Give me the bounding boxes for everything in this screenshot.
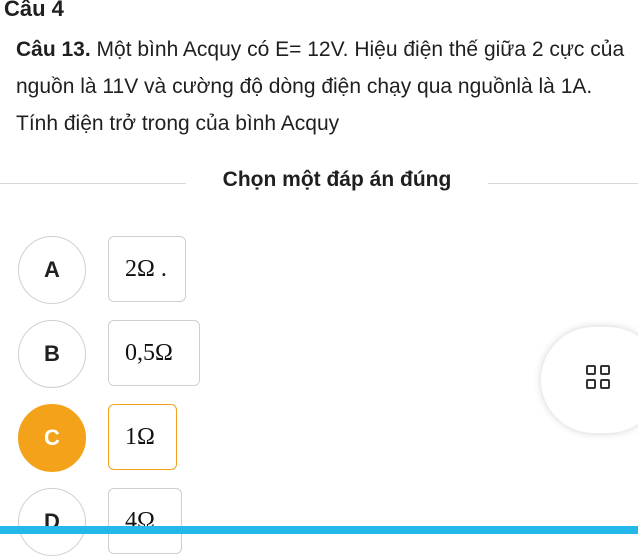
question-text: Câu 13. Một bình Acquy có E= 12V. Hiệu đ… — [16, 31, 631, 142]
option-b-answer[interactable]: 0,5Ω — [108, 320, 200, 386]
option-a[interactable]: A 2Ω . — [18, 236, 218, 306]
option-a-answer[interactable]: 2Ω . — [108, 236, 186, 302]
option-d-answer[interactable]: 4Ω — [108, 488, 182, 554]
question-number: Câu 4 — [4, 0, 64, 21]
grid-icon — [586, 365, 614, 393]
question-grid-button[interactable] — [541, 327, 638, 433]
instruction-divider: Chọn một đáp án đúng — [0, 168, 638, 198]
option-c-answer[interactable]: 1Ω — [108, 404, 177, 470]
option-c[interactable]: C 1Ω — [18, 404, 218, 474]
instruction-label: Chọn một đáp án đúng — [222, 168, 452, 191]
option-c-letter[interactable]: C — [18, 404, 86, 472]
divider-line-right — [488, 183, 638, 184]
option-b[interactable]: B 0,5Ω — [18, 320, 218, 390]
option-b-letter[interactable]: B — [18, 320, 86, 388]
divider-line-left — [0, 183, 186, 184]
option-d[interactable]: D 4Ω — [18, 488, 218, 558]
bottom-bar — [0, 526, 638, 534]
option-d-letter[interactable]: D — [18, 488, 86, 556]
question-label: Câu 13. — [16, 38, 91, 61]
option-a-letter[interactable]: A — [18, 236, 86, 304]
question-body: Một bình Acquy có E= 12V. Hiệu điện thế … — [16, 38, 625, 135]
